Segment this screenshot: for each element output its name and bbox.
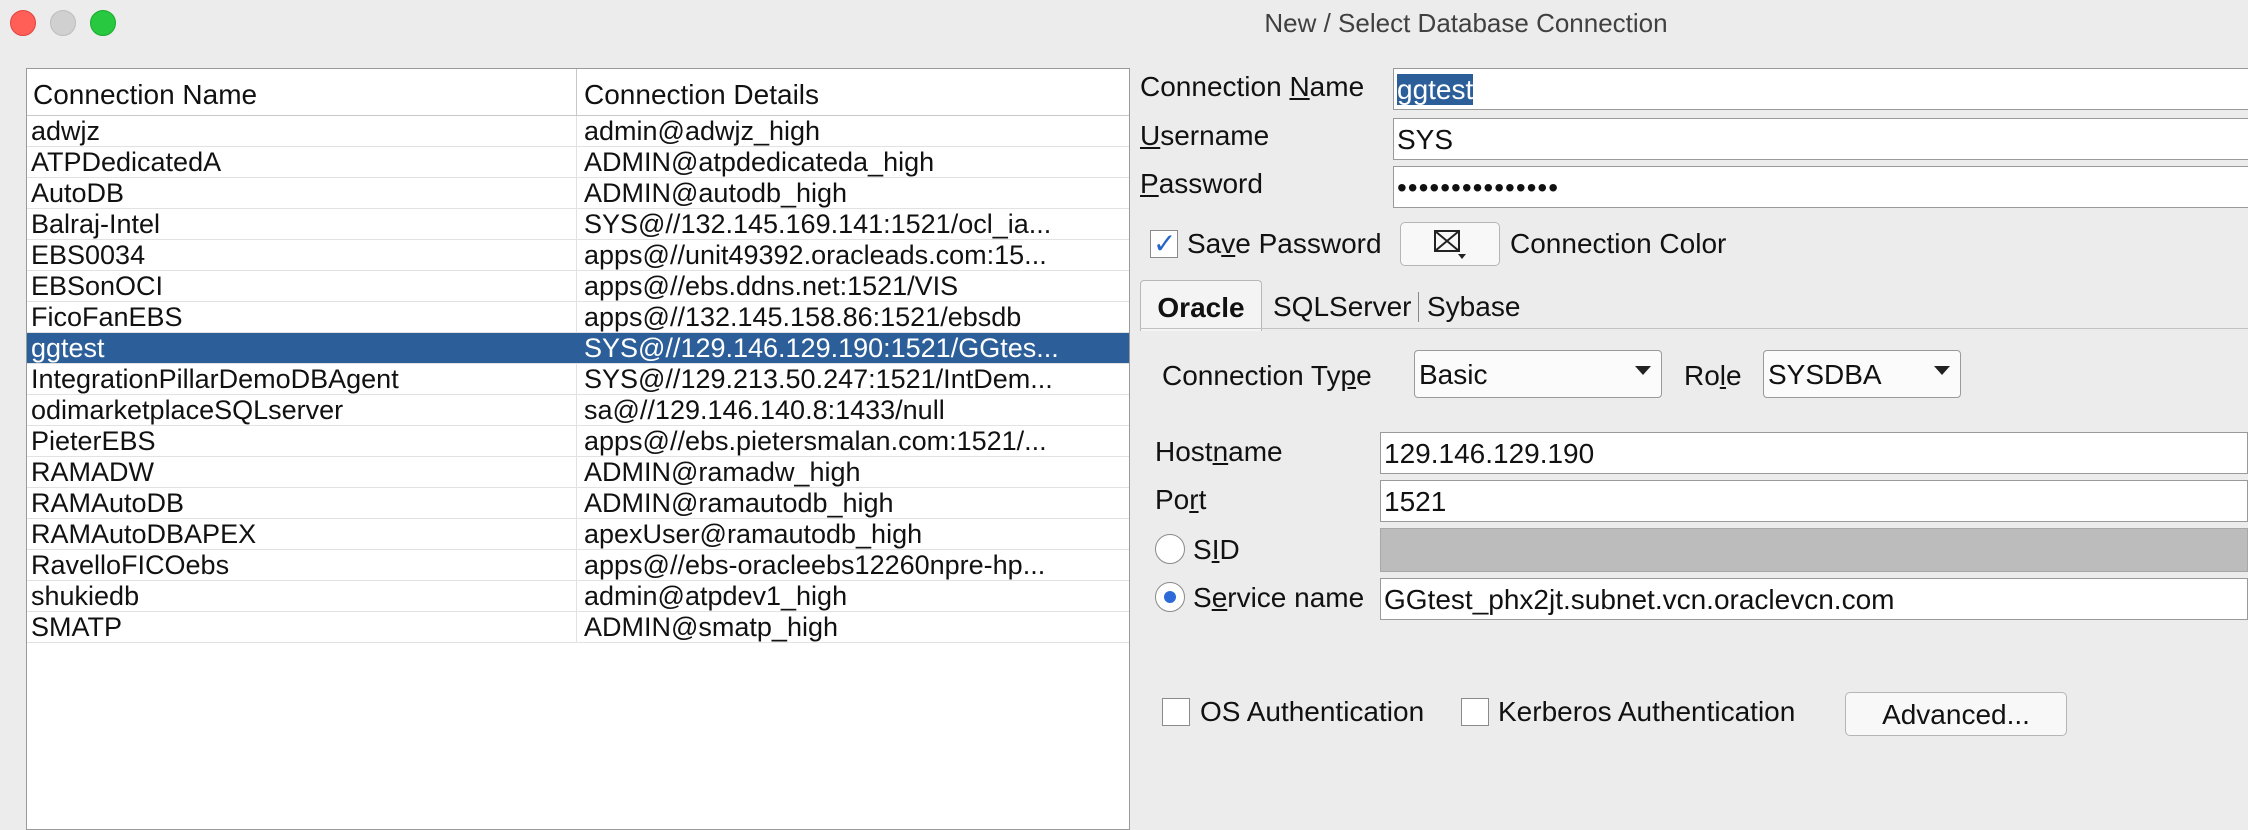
connection-details-cell: apps@//132.145.158.86:1521/ebsdb bbox=[584, 302, 1022, 332]
connection-details-cell: ADMIN@ramautodb_high bbox=[584, 488, 894, 518]
table-row[interactable]: FicoFanEBS apps@//132.145.158.86:1521/ebs… bbox=[27, 302, 1129, 333]
username-label: Username bbox=[1140, 120, 1270, 151]
table-row[interactable]: IntegrationPillarDemoDBAgent SYS@//129.21… bbox=[27, 364, 1129, 395]
connection-color-button[interactable] bbox=[1400, 222, 1500, 266]
table-row[interactable]: ATPDedicatedA ADMIN@atpdedicateda_high bbox=[27, 147, 1129, 178]
connection-details-cell: apps@//ebs.pietersmalan.com:1521/... bbox=[584, 426, 1047, 456]
connection-name-cell: PieterEBS bbox=[27, 426, 577, 456]
hostname-label: Hostname bbox=[1155, 436, 1283, 467]
connection-name-cell: Balraj-Intel bbox=[27, 209, 577, 239]
connection-details-cell: SYS@//129.146.129.190:1521/GGtes... bbox=[584, 333, 1059, 363]
connection-table: Connection Name Connection Details adwjz… bbox=[26, 68, 1130, 830]
table-row[interactable]: EBS0034 apps@//unit49392.oracleads.com:15… bbox=[27, 240, 1129, 271]
table-row[interactable]: odimarketplaceSQLserver sa@//129.146.140.… bbox=[27, 395, 1129, 426]
connection-name-input[interactable]: ggtest bbox=[1393, 68, 2248, 110]
tab-oracle[interactable]: Oracle bbox=[1140, 280, 1262, 331]
kerberos-authentication-checkbox[interactable] bbox=[1461, 698, 1489, 726]
column-header-connection-name[interactable]: Connection Name bbox=[27, 69, 577, 115]
connection-name-cell: SMATP bbox=[27, 612, 577, 642]
connection-details-cell: SYS@//129.213.50.247:1521/IntDem... bbox=[584, 364, 1053, 394]
connection-details-cell: admin@adwjz_high bbox=[584, 116, 821, 146]
connection-name-cell: ATPDedicatedA bbox=[27, 147, 577, 177]
service-name-label: Service name bbox=[1193, 582, 1365, 613]
username-input[interactable]: SYS bbox=[1393, 118, 2248, 160]
port-label: Port bbox=[1155, 484, 1207, 515]
table-row[interactable]: Balraj-Intel SYS@//132.145.169.141:1521/o… bbox=[27, 209, 1129, 240]
connection-details-cell: apps@//ebs.ddns.net:1521/VIS bbox=[584, 271, 959, 301]
connection-details-cell: SYS@//132.145.169.141:1521/ocl_ia... bbox=[584, 209, 1052, 239]
table-row[interactable]: EBSonOCI apps@//ebs.ddns.net:1521/VIS bbox=[27, 271, 1129, 302]
title-bar: New / Select Database Connection bbox=[0, 0, 2248, 46]
color-picker-icon bbox=[1434, 230, 1466, 259]
table-row[interactable]: ggtest SYS@//129.146.129.190:1521/GGtes..… bbox=[27, 333, 1129, 364]
connection-details-cell: ADMIN@smatp_high bbox=[584, 612, 838, 642]
tab-sqlserver[interactable]: SQLServer bbox=[1273, 280, 1412, 330]
table-row[interactable]: PieterEBS apps@//ebs.pietersmalan.com:152… bbox=[27, 426, 1129, 457]
role-label: Role bbox=[1684, 360, 1742, 391]
table-row[interactable]: RAMAutoDBAPEX apexUser@ramautodb_high bbox=[27, 519, 1129, 550]
service-name-input[interactable]: GGtest_phx2jt.subnet.vcn.oraclevcn.com bbox=[1380, 578, 2248, 620]
tab-separator bbox=[1418, 292, 1419, 322]
service-name-radio[interactable] bbox=[1155, 582, 1185, 612]
password-label: Password bbox=[1140, 168, 1263, 199]
chevron-down-icon bbox=[1934, 366, 1950, 375]
connection-name-cell: RAMADW bbox=[27, 457, 577, 487]
connection-details-cell: sa@//129.146.140.8:1433/null bbox=[584, 395, 945, 425]
connection-name-cell: AutoDB bbox=[27, 178, 577, 208]
connection-color-label: Connection Color bbox=[1510, 228, 1727, 259]
window-title: New / Select Database Connection bbox=[1264, 8, 1668, 38]
port-input[interactable]: 1521 bbox=[1380, 480, 2248, 522]
connection-name-label: Connection Name bbox=[1140, 71, 1365, 102]
connection-type-label: Connection Type bbox=[1162, 360, 1372, 391]
sid-label: SID bbox=[1193, 534, 1240, 565]
connection-name-cell: EBSonOCI bbox=[27, 271, 577, 301]
chevron-down-icon bbox=[1635, 366, 1651, 375]
table-row[interactable]: RAMAutoDB ADMIN@ramautodb_high bbox=[27, 488, 1129, 519]
column-header-connection-details[interactable]: Connection Details bbox=[578, 69, 1129, 115]
table-row[interactable]: RavelloFICOebs apps@//ebs-oracleebs12260n… bbox=[27, 550, 1129, 581]
connection-details-cell: apexUser@ramautodb_high bbox=[584, 519, 923, 549]
connection-name-cell: RAMAutoDBAPEX bbox=[27, 519, 577, 549]
connection-name-cell: FicoFanEBS bbox=[27, 302, 577, 332]
connection-details-cell: apps@//unit49392.oracleads.com:15... bbox=[584, 240, 1047, 270]
connection-name-cell: odimarketplaceSQLserver bbox=[27, 395, 577, 425]
connection-details-cell: admin@atpdev1_high bbox=[584, 581, 848, 611]
table-row[interactable]: AutoDB ADMIN@autodb_high bbox=[27, 178, 1129, 209]
kerberos-authentication-label: Kerberos Authentication bbox=[1498, 696, 1796, 727]
hostname-input[interactable]: 129.146.129.190 bbox=[1380, 432, 2248, 474]
table-row[interactable]: adwjz admin@adwjz_high bbox=[27, 116, 1129, 147]
tab-sybase[interactable]: Sybase bbox=[1427, 280, 1520, 330]
connection-details-cell: ADMIN@atpdedicateda_high bbox=[584, 147, 935, 177]
connection-name-cell: adwjz bbox=[27, 116, 577, 146]
table-row[interactable]: RAMADW ADMIN@ramadw_high bbox=[27, 457, 1129, 488]
sid-radio[interactable] bbox=[1155, 534, 1185, 564]
connection-name-cell: ggtest bbox=[27, 333, 577, 363]
advanced-button[interactable]: Advanced... bbox=[1845, 692, 2067, 736]
connection-details-cell: ADMIN@autodb_high bbox=[584, 178, 848, 208]
save-password-label: Save Password bbox=[1187, 228, 1382, 259]
connection-name-cell: IntegrationPillarDemoDBAgent bbox=[27, 364, 577, 394]
connection-name-cell: EBS0034 bbox=[27, 240, 577, 270]
connection-name-cell: RavelloFICOebs bbox=[27, 550, 577, 580]
table-header: Connection Name Connection Details bbox=[27, 69, 1129, 116]
connection-type-select[interactable]: Basic bbox=[1414, 350, 1662, 398]
table-row[interactable]: SMATP ADMIN@smatp_high bbox=[27, 612, 1129, 643]
table-body: adwjz admin@adwjz_high ATPDedicatedA ADMIN@… bbox=[27, 116, 1129, 643]
connection-details-cell: ADMIN@ramadw_high bbox=[584, 457, 861, 487]
connection-name-cell: shukiedb bbox=[27, 581, 577, 611]
table-row[interactable]: shukiedb admin@atpdev1_high bbox=[27, 581, 1129, 612]
sid-input bbox=[1380, 528, 2248, 572]
connection-name-cell: RAMAutoDB bbox=[27, 488, 577, 518]
connection-details-cell: apps@//ebs-oracleebs12260npre-hp... bbox=[584, 550, 1046, 580]
os-authentication-label: OS Authentication bbox=[1200, 696, 1425, 727]
role-select[interactable]: SYSDBA bbox=[1763, 350, 1961, 398]
save-password-checkbox[interactable] bbox=[1150, 227, 1178, 260]
password-input[interactable]: ••••••••••••••• bbox=[1393, 166, 2248, 208]
os-authentication-checkbox[interactable] bbox=[1162, 698, 1190, 726]
